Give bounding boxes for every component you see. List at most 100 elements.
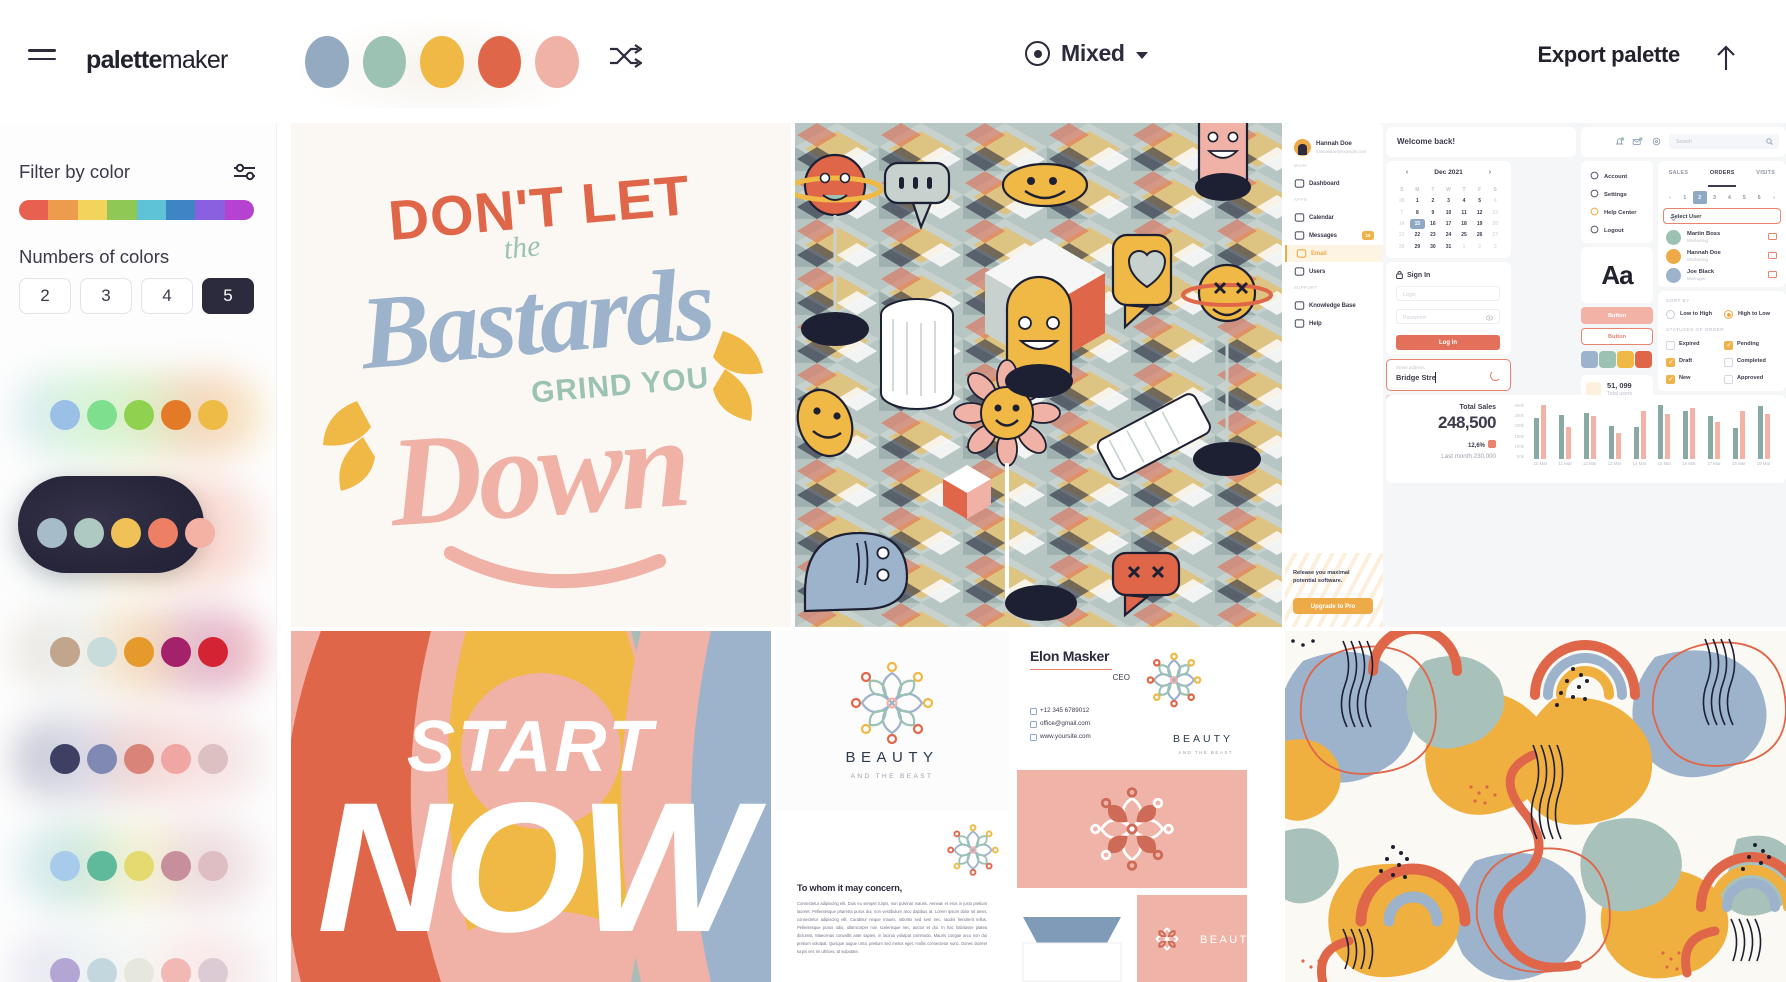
palette-color-4[interactable] [160, 850, 191, 881]
palette-color-5[interactable] [197, 850, 228, 881]
dashboard-ui-kit-preview[interactable]: Hannah Doe hannahdoe@example.com MAIN Das… [1285, 123, 1786, 627]
eye-icon[interactable] [1486, 314, 1493, 321]
page-2[interactable]: 2 [1692, 191, 1707, 204]
account-menu-logout[interactable]: Logout [1590, 225, 1624, 236]
calendar-day[interactable]: 22 [1410, 230, 1426, 240]
calendar-day[interactable]: 31 [1441, 242, 1457, 252]
palette-color-3[interactable] [123, 957, 154, 982]
checkbox-pending[interactable] [1724, 341, 1733, 350]
calendar-day[interactable]: 19 [1472, 219, 1488, 229]
account-menu-settings[interactable]: Settings [1590, 189, 1627, 200]
isometric-world-illustration[interactable] [795, 123, 1282, 627]
letterhead-card[interactable]: To whom it may concern, Consectetur adip… [775, 820, 1009, 982]
page-5[interactable]: 5 [1737, 191, 1751, 204]
envelope-mockup[interactable] [1017, 895, 1127, 982]
palette-color-4[interactable] [160, 957, 191, 982]
calendar-day[interactable]: 4 [1456, 196, 1472, 206]
calendar-day[interactable]: 27 [1487, 230, 1503, 240]
beauty-logo-card[interactable]: BEAUTY AND THE BEAST [775, 631, 1009, 811]
palette-row-selected[interactable] [0, 468, 276, 598]
calendar-day[interactable]: 14 [1394, 219, 1410, 229]
pink-logo-card[interactable] [1017, 770, 1247, 888]
palette-color-4[interactable] [160, 399, 191, 430]
upgrade-to-pro-button[interactable]: Upgrade to Pro [1293, 598, 1373, 614]
nav-item-calendar[interactable]: Calendar [1285, 209, 1383, 226]
palette-color-1[interactable] [49, 743, 80, 774]
target-icon[interactable] [1635, 351, 1652, 368]
mail-icon[interactable] [1768, 252, 1777, 259]
calendar-day[interactable]: 5 [1472, 196, 1488, 206]
nav-item-knowledge-base[interactable]: Knowledge Base [1285, 297, 1383, 314]
export-palette-button[interactable]: Export palette [1538, 42, 1681, 68]
calendar-day[interactable]: 12 [1472, 207, 1488, 217]
calendar-day[interactable]: 1 [1410, 196, 1426, 206]
checkbox-completed[interactable] [1724, 358, 1733, 367]
up-arrow-icon[interactable] [1714, 44, 1738, 72]
page-›[interactable]: › [1767, 191, 1781, 204]
numbers-of-colors-3[interactable]: 3 [80, 278, 132, 314]
palette-color-5[interactable] [185, 518, 215, 548]
mail-icon[interactable] [1632, 136, 1643, 147]
chevron-left-icon[interactable]: ‹ [1406, 169, 1408, 176]
color-filter-segment-6[interactable] [165, 200, 196, 220]
checkbox-draft[interactable] [1666, 358, 1675, 367]
filled-button-sample[interactable]: Button [1581, 307, 1653, 324]
palette-color-3[interactable] [123, 399, 154, 430]
calendar-day[interactable]: 2 [1425, 196, 1441, 206]
calendar-day[interactable]: 3 [1487, 242, 1503, 252]
palette-color-3[interactable] [123, 636, 154, 667]
palette-color-5[interactable] [197, 957, 228, 982]
calendar-day[interactable]: 25 [1456, 230, 1472, 240]
calendar-day[interactable]: 11 [1456, 207, 1472, 217]
nav-item-messages[interactable]: Messages 10 [1285, 227, 1383, 244]
mail-icon[interactable] [1581, 351, 1598, 368]
palette-color-2[interactable] [74, 518, 104, 548]
mic-icon[interactable] [1617, 351, 1634, 368]
color-filter-segment-1[interactable] [19, 200, 49, 220]
search-input[interactable]: Search [1669, 134, 1779, 149]
nav-item-help[interactable]: Help [1285, 315, 1383, 332]
palette-row[interactable] [0, 812, 276, 919]
palette-row[interactable] [0, 919, 276, 982]
calendar-day[interactable]: 13 [1487, 207, 1503, 217]
calendar-day[interactable]: 3 [1441, 196, 1457, 206]
dont-let-bastards-poster[interactable]: DON'T LET the Bastards GRIND YOU Down [291, 123, 791, 627]
mail-icon[interactable] [1768, 233, 1777, 240]
palette-color-5[interactable] [197, 636, 228, 667]
calendar-day[interactable]: 15 [1409, 218, 1426, 230]
shuffle-icon[interactable] [608, 44, 642, 68]
color-filter-segment-3[interactable] [77, 200, 108, 220]
checkbox-new[interactable] [1666, 375, 1675, 384]
login-button[interactable]: Log In [1396, 335, 1500, 350]
view-mode-dropdown[interactable]: Mixed [1025, 40, 1148, 67]
palette-color-3[interactable] [123, 850, 154, 881]
page-1[interactable]: 1 [1678, 191, 1692, 204]
palette-color-3[interactable] [111, 518, 141, 548]
calendar-day[interactable]: 8 [1410, 207, 1426, 217]
color-filter-segment-7[interactable] [195, 200, 225, 220]
color-filter-segment-2[interactable] [48, 200, 78, 220]
palette-swatch-1[interactable] [305, 36, 349, 88]
calendar-day[interactable]: 26 [1472, 230, 1488, 240]
boho-pattern-card[interactable] [1285, 631, 1786, 982]
palette-color-2[interactable] [86, 743, 117, 774]
hamburger-icon[interactable] [28, 49, 56, 65]
palette-color-1[interactable] [49, 399, 80, 430]
page-3[interactable]: 3 [1708, 191, 1722, 204]
palette-color-1[interactable] [37, 518, 67, 548]
account-menu-help-center[interactable]: Help Center [1590, 207, 1637, 218]
account-menu-account[interactable]: Account [1590, 171, 1627, 182]
color-filter-segment-8[interactable] [224, 200, 254, 220]
business-card[interactable]: Elon Masker CEO +12 345 6789012 office@g… [1017, 631, 1247, 765]
calendar-day[interactable]: 28 [1394, 196, 1410, 206]
pink-mini-card[interactable]: BEAUTY [1137, 895, 1247, 982]
checkbox-expired[interactable] [1666, 341, 1675, 350]
tab-sales[interactable]: SALES [1669, 170, 1688, 176]
calendar-day[interactable]: 18 [1456, 219, 1472, 229]
start-now-poster[interactable]: START NOW [291, 631, 771, 982]
nav-item-dashboard[interactable]: Dashboard [1285, 175, 1383, 192]
calendar-day[interactable]: 1 [1456, 242, 1472, 252]
app-logo[interactable]: palettemaker [86, 46, 228, 75]
palette-color-1[interactable] [49, 850, 80, 881]
eye-icon[interactable] [1599, 351, 1616, 368]
